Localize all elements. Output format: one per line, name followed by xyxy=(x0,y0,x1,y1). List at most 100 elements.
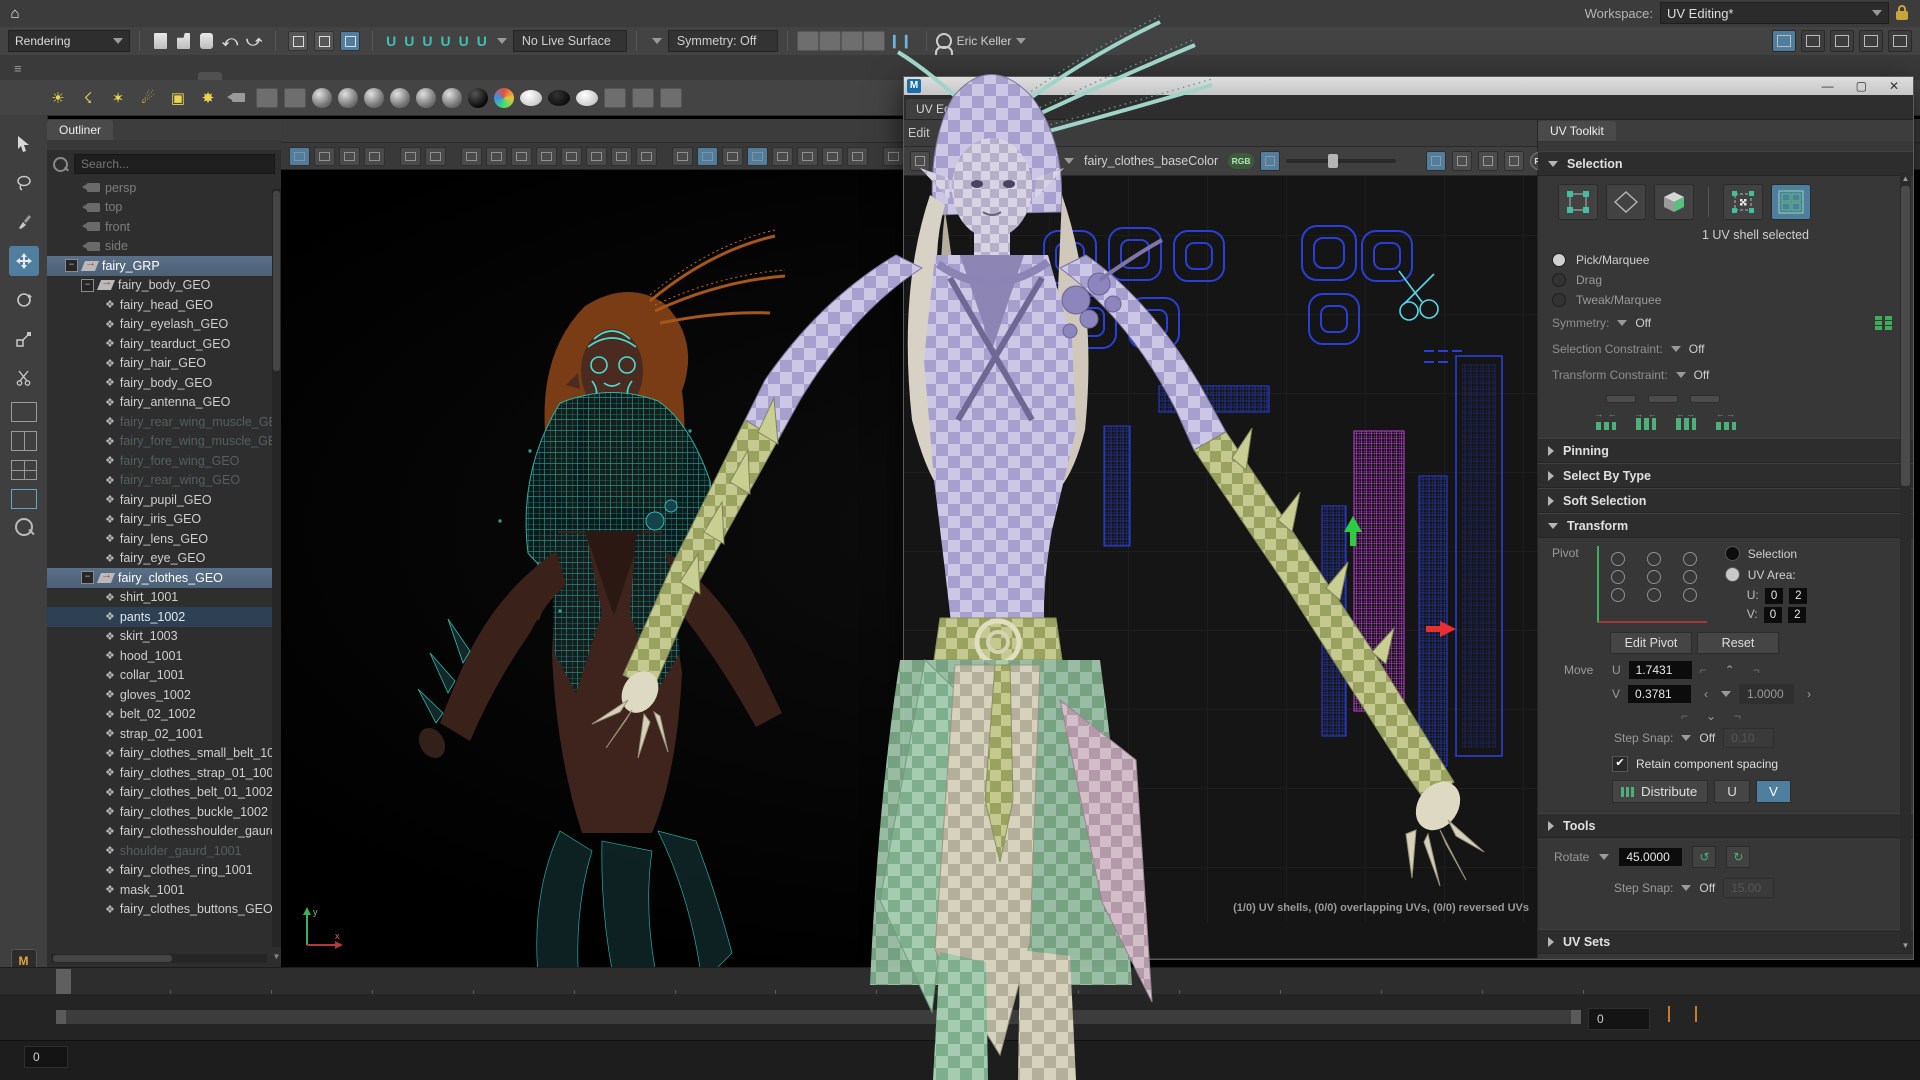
playback-range-bar[interactable] xyxy=(56,1010,1581,1024)
lock-camera-icon[interactable] xyxy=(314,147,335,166)
image-dim-slider[interactable] xyxy=(1286,159,1396,163)
outliner-row[interactable]: − ❖ fairy_clothes_GEO xyxy=(47,568,281,588)
distribute-u-button[interactable]: U xyxy=(1714,780,1750,803)
checkbox-checked-icon[interactable]: ✔ xyxy=(1612,756,1628,772)
edge-mode-icon[interactable] xyxy=(1606,184,1646,220)
safe-title-icon[interactable] xyxy=(636,147,657,166)
scroll-down-icon[interactable]: ▼ xyxy=(272,952,281,961)
shelf-tab[interactable] xyxy=(102,72,126,80)
outliner-row[interactable]: − ❖ shirt_1001 xyxy=(47,588,281,608)
transform-section-header[interactable]: Transform xyxy=(1538,513,1913,538)
cut-uv-tool-icon[interactable] xyxy=(9,363,39,393)
save-scene-icon[interactable] xyxy=(200,33,213,49)
modeling-toolkit-toggle-icon[interactable] xyxy=(1888,30,1912,52)
collapse-icon[interactable]: − xyxy=(65,259,78,272)
black-hole-shader-icon[interactable] xyxy=(548,90,570,106)
film-gate-icon[interactable] xyxy=(511,147,532,166)
selection-action-button[interactable] xyxy=(1648,395,1678,403)
move-v-field[interactable]: 0.3781 xyxy=(1628,685,1691,703)
clapperboard-icon[interactable] xyxy=(284,88,306,108)
pivot-radio[interactable] xyxy=(1611,552,1625,566)
outliner-row[interactable]: − ❖ fairy_hair_GEO xyxy=(47,354,281,374)
symmetry-value[interactable]: Off xyxy=(1635,316,1651,330)
outliner-row[interactable]: − ❖ fairy_clothes_belt_01_1002 xyxy=(47,783,281,803)
outliner-row[interactable]: − ❖ collar_1001 xyxy=(47,666,281,686)
step-snap-value[interactable]: Off xyxy=(1699,881,1715,895)
outliner-row[interactable]: − ❖ fairy_pupil_GEO xyxy=(47,490,281,510)
shelf-tab[interactable] xyxy=(246,72,270,80)
field-chart-icon[interactable] xyxy=(586,147,607,166)
outliner-row[interactable]: − ❖ fairy_clothes_buckle_1002 xyxy=(47,802,281,822)
outliner-row[interactable]: − ❖ fairy_clothes_buttons_GEO xyxy=(47,900,281,920)
shadow-matte-icon[interactable] xyxy=(468,88,488,108)
pixel-snap-icon[interactable] xyxy=(1426,151,1446,171)
new-scene-icon[interactable] xyxy=(154,33,167,49)
shelf-tab[interactable] xyxy=(78,72,102,80)
scroll-up-icon[interactable]: ▲ xyxy=(1900,174,1911,183)
shrink-selection-icon[interactable]: → ← xyxy=(1593,412,1619,430)
standard-surface-material-icon[interactable] xyxy=(312,88,332,108)
vertex-mode-icon[interactable] xyxy=(1558,184,1598,220)
uv-persp-layout-icon[interactable] xyxy=(11,489,37,509)
tool-settings-toggle-icon[interactable] xyxy=(1801,30,1825,52)
shaded-mode-icon[interactable] xyxy=(697,147,718,166)
soft-selection-section-header[interactable]: Soft Selection xyxy=(1538,488,1913,513)
layered-shader-icon[interactable] xyxy=(442,88,462,108)
move-down-right-icon[interactable]: ¬ xyxy=(1734,709,1741,723)
ambient-light-icon[interactable]: ☀ xyxy=(46,86,70,110)
home-icon[interactable]: ⌂ xyxy=(0,5,30,22)
v-max-field[interactable]: 2 xyxy=(1788,607,1806,623)
selection-action-button[interactable] xyxy=(1606,395,1636,403)
chevron-down-icon[interactable] xyxy=(1681,885,1691,891)
render-view-icon[interactable] xyxy=(632,88,654,108)
2d-pan-zoom-icon[interactable] xyxy=(425,147,446,166)
current-frame-field[interactable]: 0 xyxy=(1588,1008,1650,1030)
shelf-tab[interactable] xyxy=(30,72,54,80)
symmetry-field[interactable]: Symmetry: Off xyxy=(668,30,778,52)
uv-coordinates-icon[interactable] xyxy=(1504,151,1524,171)
lock-icon[interactable] xyxy=(1896,11,1908,20)
phong-material-icon[interactable] xyxy=(390,88,410,108)
display-layers-icon[interactable] xyxy=(863,31,885,51)
pivot-radio[interactable] xyxy=(1611,588,1625,602)
surface-shader-icon[interactable] xyxy=(520,90,542,106)
selection-mode-radio[interactable]: Pick/Marquee xyxy=(1538,250,1913,270)
two-pane-layout-icon[interactable] xyxy=(11,431,37,451)
outliner-row[interactable]: − ❖ fairy_clothesshoulder_gaurd_ xyxy=(47,822,281,842)
shelf-tab[interactable] xyxy=(174,72,198,80)
transform-constraint-value[interactable]: Off xyxy=(1694,368,1710,382)
outliner-tab[interactable]: Outliner xyxy=(47,119,281,140)
camera-attributes-icon[interactable] xyxy=(339,147,360,166)
edit-pivot-button[interactable]: Edit Pivot xyxy=(1610,632,1692,654)
bookmark-icon[interactable] xyxy=(364,147,385,166)
uv-sets-section-header[interactable]: UV Sets xyxy=(1538,929,1913,954)
camera-icon[interactable] xyxy=(226,86,250,110)
file-texture-icon[interactable] xyxy=(256,88,278,108)
attribute-editor-toggle-icon[interactable] xyxy=(1772,30,1796,52)
outliner-row[interactable]: − ❖ fairy_rear_wing_muscle_GEO xyxy=(47,412,281,432)
selection-section-header[interactable]: Selection xyxy=(1538,151,1913,176)
chevron-down-icon[interactable] xyxy=(1671,346,1681,352)
pivot-radio[interactable] xyxy=(1647,570,1661,584)
four-pane-layout-icon[interactable] xyxy=(11,460,37,480)
pivot-radio[interactable] xyxy=(1683,570,1697,584)
grid-toggle-icon[interactable] xyxy=(486,147,507,166)
uv-snapshot-icon[interactable] xyxy=(910,151,930,171)
chevron-down-icon[interactable] xyxy=(1676,372,1686,378)
pivot-radio[interactable] xyxy=(1611,570,1625,584)
select-by-hierarchy-icon[interactable] xyxy=(288,31,308,51)
move-u-field[interactable]: 1.7431 xyxy=(1629,661,1692,679)
use-background-shader-icon[interactable] xyxy=(576,90,598,106)
redo-icon[interactable]: ⤻ xyxy=(246,33,262,50)
single-pane-layout-icon[interactable] xyxy=(11,402,37,422)
collapse-icon[interactable]: − xyxy=(81,571,94,584)
grow-selection-icon[interactable]: → ← xyxy=(1633,412,1659,430)
resolution-gate-icon[interactable] xyxy=(536,147,557,166)
channel-box-toggle-icon[interactable] xyxy=(1830,30,1854,52)
pivot-radio[interactable] xyxy=(1647,588,1661,602)
checker-texture-icon[interactable] xyxy=(1040,152,1058,170)
point-light-icon[interactable]: ✶ xyxy=(106,86,130,110)
outliner-row[interactable]: − ❖ gloves_1002 xyxy=(47,685,281,705)
shelf-tab[interactable] xyxy=(342,72,366,80)
select-shell-border-icon[interactable]: ←→ xyxy=(1673,412,1699,430)
